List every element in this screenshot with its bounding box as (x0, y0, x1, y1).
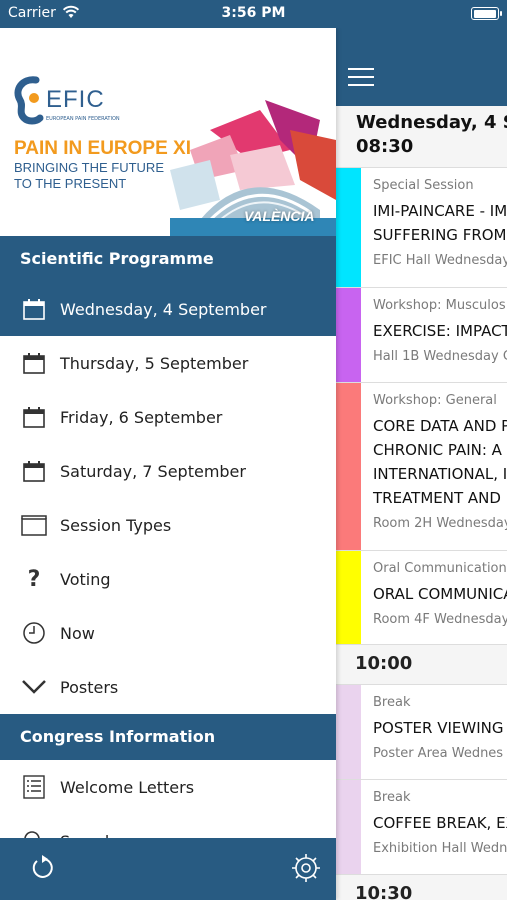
session-location: Exhibition Hall Wedn (373, 841, 507, 856)
session-card[interactable]: Break POSTER VIEWING Poster Area Wednes (336, 685, 507, 780)
nav-item-saturday-7-september[interactable]: Saturday, 7 September (0, 444, 336, 498)
session-color-bar (336, 168, 361, 287)
calendar-icon (20, 297, 48, 321)
session-title-line: SUFFERING FROM (373, 226, 507, 244)
session-location: Room 4F Wednesday (373, 612, 507, 627)
schedule-date: Wednesday, 4 September (356, 112, 507, 133)
navigation-drawer: EFIC EUROPEAN PAIN FEDERATION PAIN IN EU… (0, 28, 336, 900)
nav-item-session-types[interactable]: Session Types (0, 498, 336, 552)
session-card[interactable]: Special Session IMI-PAINCARE - IM SUFFERIN… (336, 168, 507, 288)
session-card[interactable]: Workshop: General CORE DATA AND P CHRONIC … (336, 383, 507, 551)
nav-item-wednesday-4-september[interactable]: Wednesday, 4 September (0, 282, 336, 336)
battery-icon (471, 7, 502, 20)
nav-item-label: Saturday, 7 September (60, 461, 246, 481)
session-type: Workshop: General (373, 393, 497, 408)
nav-item-thursday-5-september[interactable]: Thursday, 5 September (0, 336, 336, 390)
nav-item-label: Thursday, 5 September (60, 353, 249, 373)
session-title-line: TREATMENT AND I (373, 489, 507, 507)
drawer-bottom-bar (0, 838, 336, 900)
session-type: Break (373, 695, 411, 710)
session-color-bar (336, 685, 361, 779)
session-title-line: CHRONIC PAIN: A (373, 441, 502, 459)
session-color-bar (336, 780, 361, 874)
schedule-date-header: Wednesday, 4 September 08:30 (336, 106, 507, 168)
session-location: EFIC Hall Wednesday (373, 253, 507, 268)
session-card[interactable]: Break COFFEE BREAK, EX Exhibition Hall Wed… (336, 780, 507, 875)
question-icon: ? (27, 566, 41, 592)
calendar-icon (20, 459, 48, 483)
session-color-bar (336, 288, 361, 382)
session-type: Oral Communication (373, 561, 507, 576)
session-type: Break (373, 790, 411, 805)
session-color-bar (336, 383, 361, 550)
nav-item-posters[interactable]: Posters (0, 660, 336, 714)
congress-banner: EFIC EUROPEAN PAIN FEDERATION PAIN IN EU… (0, 28, 336, 236)
section-header-scientific-programme: Scientific Programme (0, 236, 336, 282)
time-slot-header: 10:30 (336, 875, 507, 900)
session-title-line: IMI-PAINCARE - IM (373, 202, 507, 220)
session-location: Room 2H Wednesday (373, 516, 507, 531)
congress-title: PAIN IN EUROPE XI (14, 138, 192, 159)
session-card[interactable]: Workshop: Musculos EXERCISE: IMPACT Hall 1… (336, 288, 507, 383)
time-slot-header: 10:00 (336, 645, 507, 685)
nav-item-label: Posters (60, 677, 119, 697)
session-color-bar (336, 551, 361, 644)
session-title-line: ORAL COMMUNICA (373, 585, 507, 603)
time-slot-label: 08:30 (356, 136, 414, 157)
hamburger-menu-icon[interactable] (348, 68, 374, 86)
nav-item-label: Voting (60, 569, 111, 589)
logo-text: EFIC (46, 86, 105, 113)
nav-item-voting[interactable]: ? Voting (0, 552, 336, 606)
list-icon (20, 775, 48, 799)
calendar-icon (20, 405, 48, 429)
clock-icon (20, 621, 48, 645)
main-toolbar (336, 28, 507, 106)
nav-item-label: Session Types (60, 515, 172, 535)
session-location: Poster Area Wednes (373, 746, 504, 761)
session-type: Workshop: Musculos (373, 298, 506, 313)
clock-time: 3:56 PM (221, 5, 286, 21)
nav-item-welcome-letters[interactable]: Welcome Letters (0, 760, 336, 814)
congress-subtitle: BRINGING THE FUTURE TO THE PRESENT (14, 160, 164, 191)
gear-icon[interactable] (290, 852, 322, 884)
session-title-line: POSTER VIEWING (373, 719, 504, 737)
session-title-line: COFFEE BREAK, EX (373, 814, 507, 832)
city-label: VALÈNCIA (244, 208, 315, 224)
session-type: Special Session (373, 178, 474, 193)
session-title-line: EXERCISE: IMPACT (373, 322, 507, 340)
status-bar: Carrier 3:56 PM (0, 0, 507, 28)
schedule-panel: Wednesday, 4 September 08:30 Special Ses… (336, 28, 507, 900)
session-card[interactable]: Oral Communication ORAL COMMUNICA Room 4F … (336, 551, 507, 645)
section-header-congress-information: Congress Information (0, 714, 336, 760)
calendar-icon (20, 351, 48, 375)
refresh-icon[interactable] (30, 855, 54, 881)
session-title-line: INTERNATIONAL, I (373, 465, 507, 483)
nav-item-friday-6-september[interactable]: Friday, 6 September (0, 390, 336, 444)
logo-subtext: EUROPEAN PAIN FEDERATION (46, 116, 120, 122)
chevron-down-icon (20, 675, 48, 699)
nav-item-now[interactable]: Now (0, 606, 336, 660)
session-location: Hall 1B Wednesday C (373, 349, 507, 364)
nav-item-label: Now (60, 623, 95, 643)
nav-item-label: Friday, 6 September (60, 407, 223, 427)
nav-item-label: Wednesday, 4 September (60, 299, 267, 319)
folder-icon (20, 513, 48, 537)
session-title-line: CORE DATA AND P (373, 417, 507, 435)
nav-item-label: Welcome Letters (60, 777, 195, 797)
efic-logo-icon (14, 76, 44, 125)
